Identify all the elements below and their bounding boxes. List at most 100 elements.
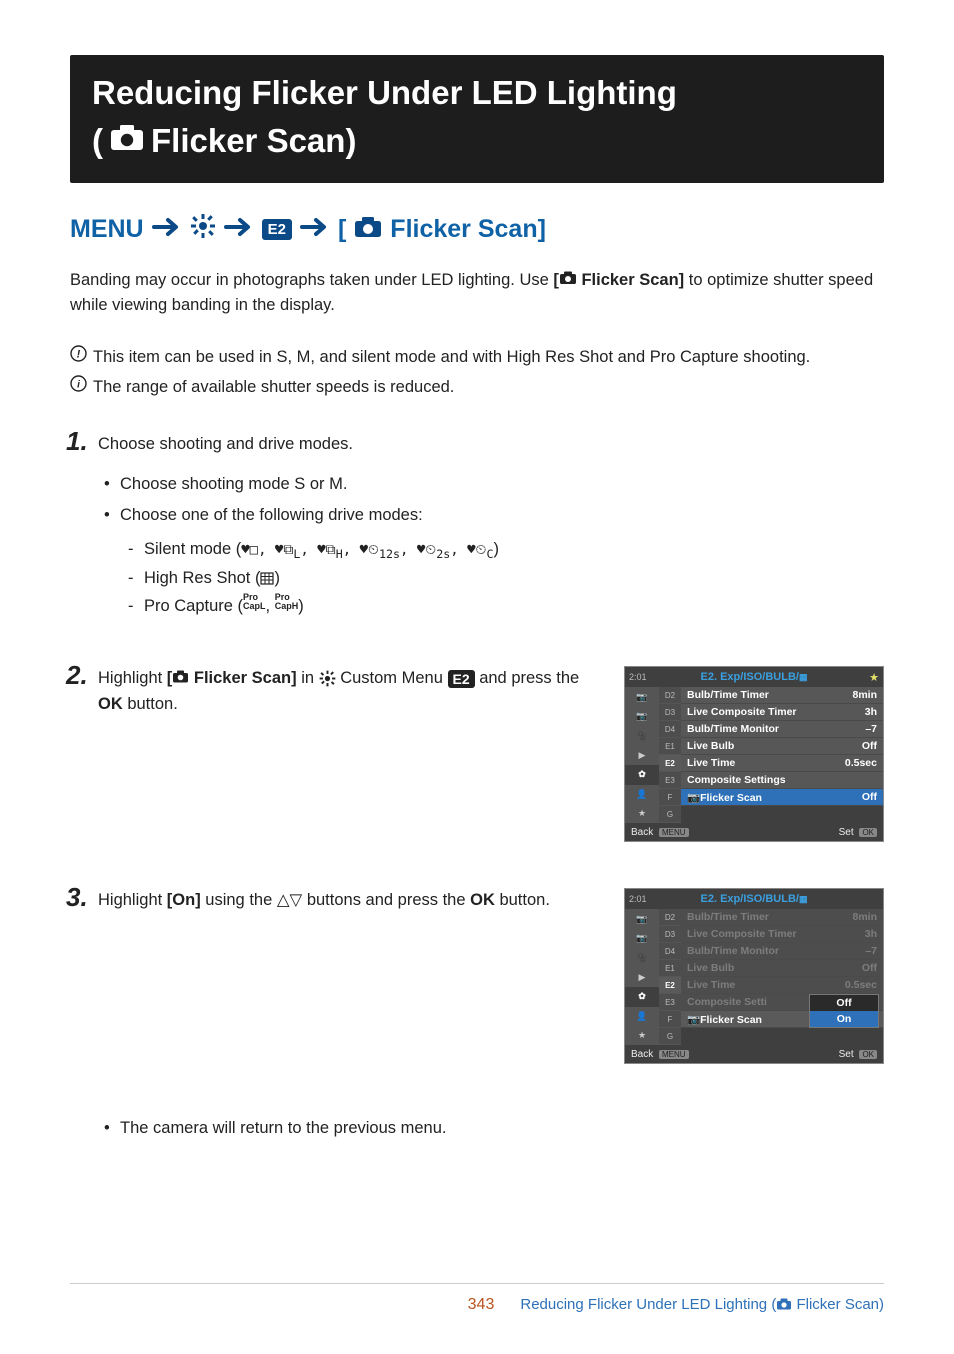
procap-l-icon: ProCapL [243, 593, 266, 611]
notes-section: ! This item can be used in S, M, and sil… [70, 345, 884, 400]
menu-row: Composite Settings [681, 772, 883, 789]
menu-sub-tabs: D2 D3 D4 E1 E2 E3 F G [659, 909, 681, 1045]
note2-text: The range of available shutter speeds is… [93, 375, 454, 401]
camera-icon [354, 214, 382, 245]
arrow-right-icon [224, 214, 254, 245]
camera-menu-screenshot-b: 2:01 E2. Exp/ISO/BULB/▦ 📷 📷 🎥 ▶ ✿ 👤 ★ [624, 888, 884, 1064]
step-number: 2. [66, 660, 88, 691]
camera-icon: 📷 [687, 1014, 700, 1026]
step-1: 1. Choose shooting and drive modes. Choo… [98, 432, 884, 620]
popup-option-on: On [810, 1011, 878, 1027]
svg-text:!: ! [77, 348, 81, 360]
step1-text: Choose shooting and drive modes. [98, 432, 884, 458]
note-info: i The range of available shutter speeds … [70, 375, 884, 401]
flicker-scan-label: Flicker Scan] [577, 271, 684, 289]
menu-row: Live Time0.5sec [681, 977, 883, 994]
procap-h-icon: ProCapH [275, 593, 299, 611]
title-tail: Flicker Scan) [151, 117, 356, 165]
camera-icon [776, 1297, 792, 1314]
menu-row: Bulb/Time Monitor–7 [681, 721, 883, 738]
title-paren-open: ( [92, 117, 103, 165]
step2-text: Highlight [ Flicker Scan] in Custom Menu… [98, 666, 606, 717]
menu-footer: Back MENU Set OK [625, 1045, 883, 1063]
drive-silent: Silent mode (♥□, ♥⧉L, ♥⧉H, ♥⏲12s, ♥⏲2s, … [144, 535, 884, 565]
step3-text: Highlight [On] using the △▽ buttons and … [98, 888, 606, 914]
page-number: 343 [468, 1296, 495, 1314]
menu-row-selected: 📷Flicker ScanOff [681, 789, 883, 806]
menu-label: MENU [70, 215, 144, 244]
tab-icon: ▶ [625, 746, 659, 765]
mode-m: M [297, 348, 311, 366]
e2-chip: E2 [448, 670, 475, 688]
arrow-right-icon [152, 214, 182, 245]
title-line2: ( Flicker Scan) [92, 117, 862, 165]
step3-return-note: The camera will return to the previous m… [120, 1116, 884, 1142]
camera-menu-screenshot-a: 2:01 E2. Exp/ISO/BULB/▦ ★ 📷 📷 🎥 ▶ ✿ 👤 ★ [624, 666, 884, 842]
menu-head-left: 2:01 [629, 894, 647, 904]
triangle-down-icon: ▽ [290, 892, 303, 909]
menu-head-title: E2. Exp/ISO/BULB/▦ [647, 893, 861, 905]
menu-rows: Bulb/Time Timer8min Live Composite Timer… [681, 687, 883, 823]
note1-tail: , and silent mode and with High Res Shot… [310, 348, 810, 366]
menu-head-left: 2:01 [629, 672, 647, 682]
step1-bullet-b: Choose one of the following drive modes:… [120, 503, 884, 620]
step-number: 1. [66, 426, 88, 457]
intro-text: Banding may occur in photographs taken u… [70, 271, 553, 289]
menu-head-title: E2. Exp/ISO/BULB/▦ [647, 671, 861, 683]
highres-icon [260, 569, 274, 587]
menu-left-tabs: 📷 📷 🎥 ▶ ✿ 👤 ★ [625, 909, 659, 1045]
step-number: 3. [66, 882, 88, 913]
menu-rows: Bulb/Time Timer8min Live Composite Timer… [681, 909, 883, 1045]
triangle-up-icon: △ [277, 892, 290, 909]
step-2: 2. Highlight [ Flicker Scan] in Custom M… [98, 666, 884, 842]
page-footer: 343 Reducing Flicker Under LED Lighting … [70, 1283, 884, 1314]
camera-icon [172, 666, 189, 692]
popup-options: Off On [809, 994, 879, 1028]
e2-chip: E2 [262, 219, 292, 240]
note1-text: This item can be used in [93, 348, 276, 366]
menu-row: Live BulbOff [681, 738, 883, 755]
camera-icon: 📷 [687, 792, 700, 804]
menu-path: MENU E2 [ Flicker Scan] [70, 213, 884, 246]
drive-highres: High Res Shot () [144, 564, 884, 592]
footer-link[interactable]: Reducing Flicker Under LED Lighting ( Fl… [520, 1296, 884, 1314]
iso-icon: ▦ [799, 672, 808, 682]
arrow-right-icon [300, 214, 330, 245]
popup-option-off: Off [810, 995, 878, 1011]
breadcrumb-tail: Flicker Scan] [390, 215, 546, 244]
steps-list: 1. Choose shooting and drive modes. Choo… [70, 432, 884, 1142]
comma: , [287, 348, 296, 366]
star-icon: ★ [861, 671, 879, 684]
menu-row: Bulb/Time Timer8min [681, 909, 883, 926]
page-title-bar: Reducing Flicker Under LED Lighting ( Fl… [70, 55, 884, 183]
mode-s: S [276, 348, 287, 366]
info-circle-icon: ! [70, 345, 87, 371]
menu-footer: Back MENU Set OK [625, 823, 883, 841]
menu-row: Live Time0.5sec [681, 755, 883, 772]
step-3: 3. Highlight [On] using the △▽ buttons a… [98, 888, 884, 1142]
tab-icon: 🎥 [625, 726, 659, 745]
gear-icon [190, 213, 216, 246]
bracket-open: [ [338, 215, 346, 244]
intro-paragraph: Banding may occur in photographs taken u… [70, 268, 884, 319]
title-line1: Reducing Flicker Under LED Lighting [92, 69, 862, 117]
gear-icon [319, 670, 336, 688]
menu-sub-tabs: D2 D3 D4 E1 E2 E3 F G [659, 687, 681, 823]
tab-icon: 📷 [625, 707, 659, 726]
menu-row: Live Composite Timer3h [681, 926, 883, 943]
menu-left-tabs: 📷 📷 🎥 ▶ ✿ 👤 ★ [625, 687, 659, 823]
tab-icon: 👤 [625, 785, 659, 804]
tab-icon-gear: ✿ [625, 765, 659, 784]
menu-row: Live BulbOff [681, 960, 883, 977]
menu-row: Bulb/Time Timer8min [681, 687, 883, 704]
menu-row: Bulb/Time Monitor–7 [681, 943, 883, 960]
camera-icon [109, 117, 145, 165]
tab-icon: 📷 [625, 687, 659, 706]
info-circle-icon: i [70, 375, 87, 401]
note-caution: ! This item can be used in S, M, and sil… [70, 345, 884, 371]
menu-row: Composite Setti Off On [681, 994, 883, 1011]
silent-drive-icons: ♥□, ♥⧉L, ♥⧉H, ♥⏲12s, ♥⏲2s, ♥⏲C [241, 542, 493, 558]
tab-icon: ★ [625, 804, 659, 823]
step1-bullet-a: Choose shooting mode S or M. [120, 472, 884, 498]
menu-row: Live Composite Timer3h [681, 704, 883, 721]
